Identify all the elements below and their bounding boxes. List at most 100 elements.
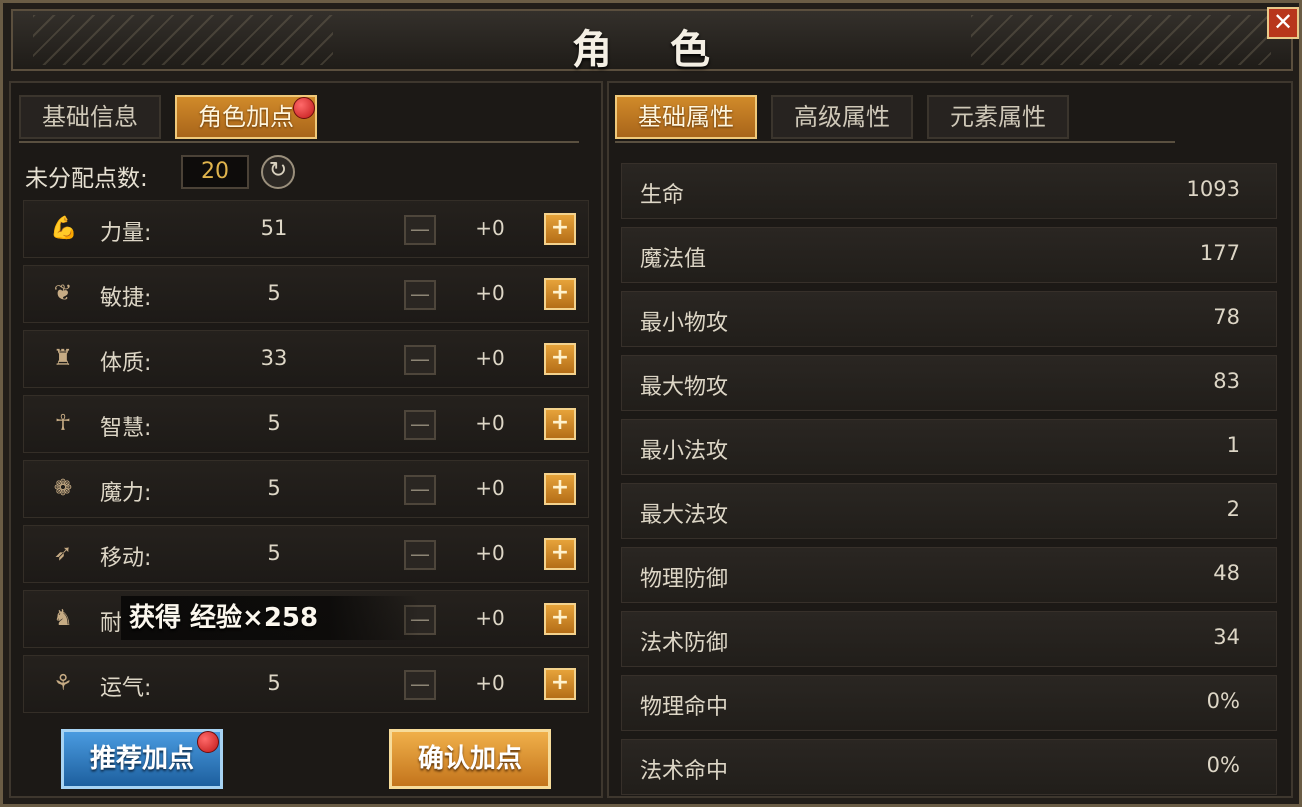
reset-points-icon[interactable]: ↻ [261,155,295,189]
stat-value: 33 [260,346,288,370]
attribute-value: 34 [1213,625,1240,649]
strength-icon: 💪 [50,216,78,241]
attribute-label: 最小物攻 [640,311,729,336]
attribute-label: 最小法攻 [640,439,729,464]
attribute-value: 78 [1213,305,1240,329]
attribute-label: 生命 [640,183,685,208]
confirm-points-button[interactable]: 确认加点 [389,729,551,789]
decrease-button[interactable]: — [404,215,436,245]
stat-value: 5 [267,541,281,565]
unallocated-points-value: 20 [181,155,249,189]
stat-delta: +0 [475,411,505,435]
increase-button[interactable]: + [544,278,576,310]
stat-label: 智慧: [100,416,152,441]
stat-delta: +0 [475,476,505,500]
attribute-value: 83 [1213,369,1240,393]
increase-button[interactable]: + [544,538,576,570]
title-bar: 角 色 [11,9,1293,73]
decrease-button[interactable]: — [404,410,436,440]
stat-label: 魔力: [100,481,152,506]
tab-basic-attributes[interactable]: 基础属性 [615,95,757,139]
decrease-button[interactable]: — [404,475,436,505]
attribute-row: 生命 1093 [621,163,1277,219]
stat-row: ⚘ 运气: 5 — +0 + [23,655,589,713]
attribute-row: 法术命中 0% [621,739,1277,795]
stat-row: ♜ 体质: 33 — +0 + [23,330,589,388]
attribute-row: 最小法攻 1 [621,419,1277,475]
stat-value: 51 [260,216,288,240]
attribute-label: 法术防御 [640,631,729,656]
exp-gain-toast: 获得 经验×258 [121,596,419,640]
increase-button[interactable]: + [544,213,576,245]
window-title: 角 色 [572,27,732,73]
attribute-value: 1 [1226,433,1240,457]
attribute-label: 最大物攻 [640,375,729,400]
constitution-icon: ♜ [53,346,73,371]
wisdom-icon: ☥ [54,411,72,436]
decrease-button[interactable]: — [404,670,436,700]
stat-row: ☥ 智慧: 5 — +0 + [23,395,589,453]
attribute-label: 物理防御 [640,567,729,592]
unallocated-points-label: 未分配点数: [25,166,148,192]
stat-label: 体质: [100,351,152,376]
decrease-button[interactable]: — [404,280,436,310]
attribute-value: 0% [1206,689,1240,713]
stat-row: ❁ 魔力: 5 — +0 + [23,460,589,518]
attribute-label: 法术命中 [640,759,729,784]
attribute-row: 最小物攻 78 [621,291,1277,347]
stat-delta: +0 [475,281,505,305]
attribute-row: 物理防御 48 [621,547,1277,603]
endurance-icon: ♞ [53,606,73,631]
increase-button[interactable]: + [544,603,576,635]
increase-button[interactable]: + [544,343,576,375]
attribute-row: 魔法值 177 [621,227,1277,283]
decrease-button[interactable]: — [404,345,436,375]
notification-dot [293,97,315,119]
stat-value: 5 [267,671,281,695]
stat-label: 移动: [100,546,152,571]
stat-delta: +0 [475,346,505,370]
attribute-row: 最大物攻 83 [621,355,1277,411]
attribute-value: 0% [1206,753,1240,777]
stat-value: 5 [267,281,281,305]
attribute-value: 48 [1213,561,1240,585]
attribute-label: 物理命中 [640,695,729,720]
attribute-row: 法术防御 34 [621,611,1277,667]
increase-button[interactable]: + [544,473,576,505]
right-tab-divider [615,141,1175,143]
decrease-button[interactable]: — [404,540,436,570]
attribute-label: 最大法攻 [640,503,729,528]
luck-icon: ⚘ [53,671,73,696]
stat-label: 力量: [100,221,152,246]
agility-icon: ❦ [53,281,73,306]
tab-advanced-attributes[interactable]: 高级属性 [771,95,913,139]
attribute-row: 最大法攻 2 [621,483,1277,539]
magic-icon: ❁ [53,476,73,501]
increase-button[interactable]: + [544,668,576,700]
attribute-value: 2 [1226,497,1240,521]
stat-row: 💪 力量: 51 — +0 + [23,200,589,258]
attribute-row: 物理命中 0% [621,675,1277,731]
stat-delta: +0 [475,671,505,695]
recommend-notification-dot [197,731,219,753]
stat-label: 敏捷: [100,286,152,311]
stat-value: 5 [267,476,281,500]
character-window: 角 色 ✕ 基础信息 角色加点 未分配点数: 20 ↻ 💪 力量: 51— +0 + ❦ 敏… [0,0,1302,807]
stat-row: ❦ 敏捷: 5 — +0 + [23,265,589,323]
attribute-value: 1093 [1186,177,1240,201]
stat-delta: +0 [475,216,505,240]
movement-icon: ➶ [53,541,73,566]
tab-divider [19,141,579,143]
increase-button[interactable]: + [544,408,576,440]
attribute-value: 177 [1199,241,1240,265]
stat-delta: +0 [475,606,505,630]
stat-value: 5 [267,411,281,435]
attribute-label: 魔法值 [640,247,707,272]
stat-label: 运气: [100,676,152,701]
stat-row: ➶ 移动: 5 — +0 + [23,525,589,583]
close-button[interactable]: ✕ [1267,7,1299,39]
tab-basic-info[interactable]: 基础信息 [19,95,161,139]
stat-label: 耐 [100,611,123,636]
stat-delta: +0 [475,541,505,565]
tab-element-attributes[interactable]: 元素属性 [927,95,1069,139]
